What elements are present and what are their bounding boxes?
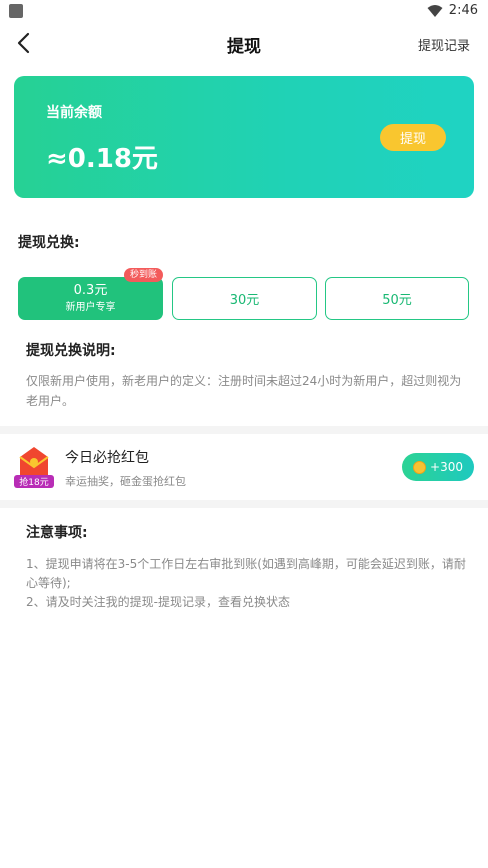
balance-value: ≈0.18元	[46, 144, 158, 174]
notes-title: 注意事项:	[26, 525, 88, 541]
exchange-section-title: 提现兑换:	[18, 235, 80, 251]
section-divider	[0, 500, 488, 508]
app-notification-icon	[9, 4, 23, 18]
exchange-option-50[interactable]: 50元	[325, 277, 469, 320]
notes-line-2: 2、请及时关注我的提现-提现记录，查看兑换状态	[26, 595, 290, 609]
option-amount: 0.3元	[73, 283, 108, 298]
red-packet-row[interactable]: 抢18元 今日必抢红包 幸运抽奖，砸金蛋抢红包 +300	[0, 434, 488, 500]
section-divider	[0, 426, 488, 434]
option-subtitle: 新用户专享	[65, 302, 116, 313]
reward-amount: +300	[430, 460, 463, 474]
exchange-description-text: 仅限新用户使用，新老用户的定义：注册时间未超过24小时为新用户，超过则视为老用户…	[26, 374, 462, 408]
red-packet-subtitle: 幸运抽奖，砸金蛋抢红包	[65, 475, 186, 488]
red-packet-icon: 抢18元	[14, 447, 54, 488]
balance-label: 当前余额	[46, 105, 102, 121]
page-title: 提现	[227, 37, 261, 57]
nav-bar: 提现 提现记录	[0, 24, 488, 62]
notes-line-1: 1、提现申请将在3-5个工作日左右审批到账(如遇到高峰期，可能会延迟到账，请耐心…	[26, 557, 466, 590]
option-amount: 50元	[382, 293, 412, 308]
notes-text: 1、提现申请将在3-5个工作日左右审批到账(如遇到高峰期，可能会延迟到账，请耐心…	[26, 555, 466, 612]
status-bar: 2:46	[0, 0, 488, 24]
instant-badge: 秒到账	[124, 268, 164, 282]
exchange-option-0-3[interactable]: 0.3元 新用户专享	[18, 277, 163, 320]
option-amount: 30元	[229, 293, 260, 308]
exchange-option-30[interactable]: 30元	[172, 277, 317, 320]
withdraw-button[interactable]: 提现	[380, 124, 446, 151]
status-time: 2:46	[448, 3, 478, 18]
exchange-description-title: 提现兑换说明:	[26, 343, 116, 359]
withdraw-history-link[interactable]: 提现记录	[418, 35, 470, 54]
red-packet-icon-label: 抢18元	[19, 476, 48, 488]
red-packet-title: 今日必抢红包	[65, 450, 149, 466]
balance-card: 当前余额 ≈0.18元 提现	[14, 76, 474, 198]
wifi-icon	[427, 4, 443, 17]
red-packet-reward-button[interactable]: +300	[402, 453, 474, 481]
coin-icon	[413, 460, 427, 474]
